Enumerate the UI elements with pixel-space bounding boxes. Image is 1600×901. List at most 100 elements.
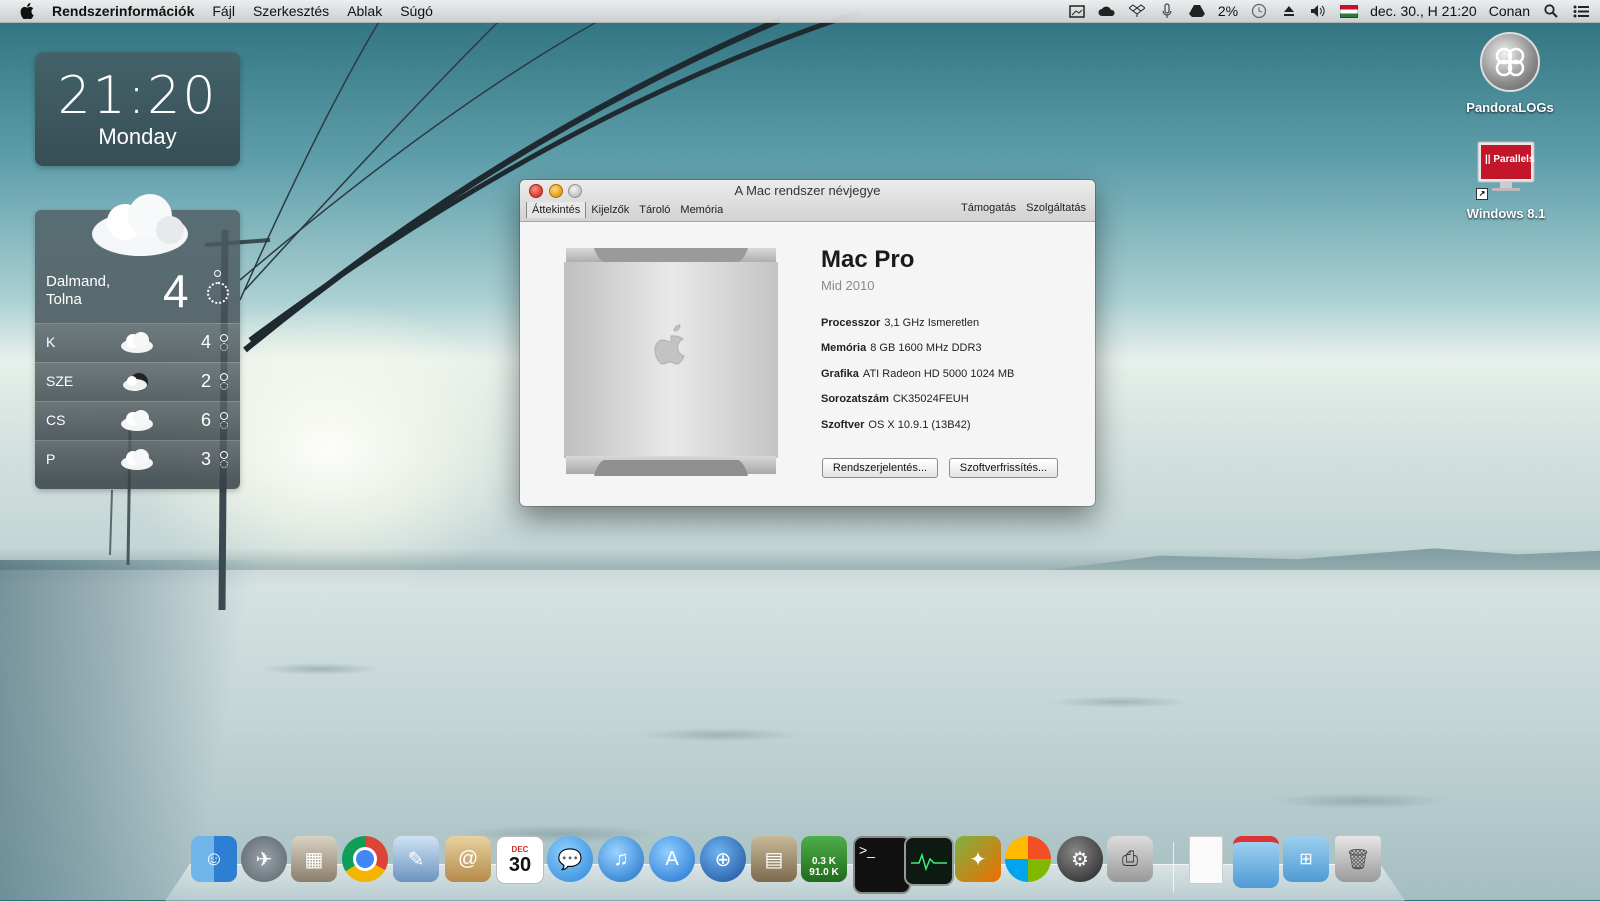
cloud-icon xyxy=(121,449,153,470)
document-icon[interactable] xyxy=(1189,836,1223,884)
cloud-menu-icon[interactable] xyxy=(1098,2,1116,20)
preview-icon[interactable]: ✎ xyxy=(393,836,439,882)
terminal-icon[interactable]: >_ xyxy=(853,836,911,894)
tab-overview[interactable]: Áttekintés xyxy=(526,202,587,218)
tab-service[interactable]: Szolgáltatás xyxy=(1026,202,1086,214)
system-report-button[interactable]: Rendszerjelentés... xyxy=(822,458,938,478)
menubar-clock[interactable]: dec. 30., H 21:20 xyxy=(1370,3,1477,19)
menu-edit[interactable]: Szerkesztés xyxy=(253,3,329,19)
clock-time: 21:20 xyxy=(57,66,218,126)
tab-support[interactable]: Támogatás xyxy=(961,202,1016,214)
parallels-icon: || Parallels xyxy=(1476,140,1536,191)
parallels-logo-text: || Parallels xyxy=(1485,154,1535,165)
clock-widget[interactable]: 21:20 Monday xyxy=(35,52,240,166)
google-drive-icon[interactable] xyxy=(1188,2,1206,20)
screen-icon[interactable] xyxy=(1068,2,1086,20)
spotlight-search-icon[interactable] xyxy=(1542,2,1560,20)
spec-value: 8 GB 1600 MHz DDR3 xyxy=(870,342,982,354)
image-capture-icon[interactable]: ▦ xyxy=(291,836,337,882)
spec-software: Szoftver OS X 10.9.1 (13B42) xyxy=(821,419,971,431)
calendar-day: 30 xyxy=(508,853,532,876)
degree-icon xyxy=(220,451,228,459)
activity-monitor-icon[interactable] xyxy=(904,836,954,886)
folder-red-icon[interactable] xyxy=(1233,836,1279,888)
windows-icon[interactable] xyxy=(1005,836,1051,882)
degree-icon xyxy=(220,373,228,381)
net-download-rate: 91.0 K xyxy=(809,867,839,878)
software-update-button[interactable]: Szoftverfrissítés... xyxy=(949,458,1058,478)
menu-window[interactable]: Ablak xyxy=(347,3,382,19)
chrome-icon[interactable] xyxy=(342,836,388,882)
finder-icon[interactable]: ☺ xyxy=(191,836,237,882)
input-source-flag-icon[interactable] xyxy=(1340,4,1359,18)
spec-value: OS X 10.9.1 (13B42) xyxy=(868,419,971,431)
eject-icon[interactable] xyxy=(1280,2,1298,20)
condition-dot-icon xyxy=(220,421,228,429)
printer-icon[interactable]: ⎙ xyxy=(1107,836,1153,882)
alias-arrow-icon: ↗ xyxy=(1476,188,1488,200)
net-upload-rate: 0.3 K xyxy=(812,856,836,867)
app-name-menu[interactable]: Rendszerinformációk xyxy=(52,3,194,19)
cloud-icon xyxy=(121,410,153,431)
spec-label: Memória xyxy=(821,342,867,354)
desktop-icon-pandoralogs[interactable]: PandoraLOGs xyxy=(1460,32,1560,115)
spec-value: ATI Radeon HD 5000 1024 MB xyxy=(862,368,1015,380)
forecast-temp: 4 xyxy=(201,332,212,352)
window-titlebar[interactable]: A Mac rendszer névjegye Áttekintés Kijel… xyxy=(520,180,1095,222)
network-monitor-icon[interactable]: 0.3 K 91.0 K xyxy=(801,836,847,882)
steam-icon[interactable]: ⚙ xyxy=(1057,836,1103,882)
dock: ☺ ✈ ▦ ✎ @ DEC 30 💬 ♫ A ⊕ ▤ 0.3 K 91.0 K … xyxy=(165,836,1405,901)
folder-windows-icon[interactable]: ⊞ xyxy=(1283,836,1329,882)
calendar-icon[interactable]: DEC 30 xyxy=(496,836,544,884)
spec-serial: Sorozatszám CK35024FEUH xyxy=(821,393,969,405)
forecast-day: P xyxy=(46,451,56,467)
messages-icon[interactable]: 💬 xyxy=(547,836,593,882)
store-icon[interactable]: ▤ xyxy=(751,836,797,882)
launchpad-icon[interactable]: ✈ xyxy=(241,836,287,882)
degree-icon xyxy=(214,270,221,277)
forecast-row: CS 6 xyxy=(35,401,240,440)
spec-processor: Processzor 3,1 GHz Ismeretlen xyxy=(821,317,979,329)
time-machine-icon[interactable] xyxy=(1250,2,1268,20)
forecast-day: SZE xyxy=(46,373,74,389)
weather-widget[interactable]: Dalmand, Tolna 4 K 4 SZE 2 CS 6 P 3 xyxy=(35,194,240,489)
user-name-menu[interactable]: Conan xyxy=(1489,3,1530,19)
apple-menu-icon[interactable] xyxy=(18,2,36,20)
model-name: Mac Pro xyxy=(821,246,915,273)
tab-displays[interactable]: Kijelzők xyxy=(586,202,634,218)
spec-label: Grafika xyxy=(821,368,859,380)
spec-graphics: Grafika ATI Radeon HD 5000 1024 MB xyxy=(821,368,1014,380)
forecast-temp: 6 xyxy=(201,410,212,430)
contacts-icon[interactable]: @ xyxy=(445,836,491,882)
tab-bar-right: Támogatás Szolgáltatás xyxy=(961,202,1086,214)
desktop-icon-windows[interactable]: || Parallels ↗ Windows 8.1 xyxy=(1456,140,1556,221)
spec-label: Szoftver xyxy=(821,419,865,431)
utilities-icon[interactable]: ✦ xyxy=(955,836,1001,882)
menu-file[interactable]: Fájl xyxy=(212,3,235,19)
condition-dot-icon xyxy=(220,460,228,468)
condition-dot-icon xyxy=(220,343,228,351)
model-year: Mid 2010 xyxy=(821,278,875,293)
menu-extras: 2% dec. 30., H 21:20 Conan xyxy=(1068,0,1590,22)
tab-memory[interactable]: Memória xyxy=(675,202,728,218)
microphone-icon[interactable] xyxy=(1158,2,1176,20)
desktop-icon-label: PandoraLOGs xyxy=(1466,100,1554,115)
window-title: A Mac rendszer névjegye xyxy=(734,183,881,198)
degree-icon xyxy=(220,412,228,420)
dropbox-icon[interactable] xyxy=(1128,2,1146,20)
menu-bar: Rendszerinformációk Fájl Szerkesztés Abl… xyxy=(0,0,1600,23)
itunes-icon[interactable]: ♫ xyxy=(598,836,644,882)
clock-day: Monday xyxy=(98,124,177,149)
utility-icon[interactable]: ⊕ xyxy=(700,836,746,882)
volume-icon[interactable] xyxy=(1310,2,1328,20)
weather-condition-icon xyxy=(207,282,229,304)
trash-icon[interactable]: 🗑 xyxy=(1335,836,1381,882)
battery-percentage[interactable]: 2% xyxy=(1218,3,1238,19)
app-store-icon[interactable]: A xyxy=(649,836,695,882)
weather-location: Dalmand, Tolna xyxy=(46,273,110,309)
forecast-row: K 4 xyxy=(35,323,240,362)
tab-storage[interactable]: Tároló xyxy=(634,202,675,218)
cloud-icon xyxy=(121,332,153,353)
notification-center-icon[interactable] xyxy=(1572,2,1590,20)
menu-help[interactable]: Súgó xyxy=(400,3,433,19)
